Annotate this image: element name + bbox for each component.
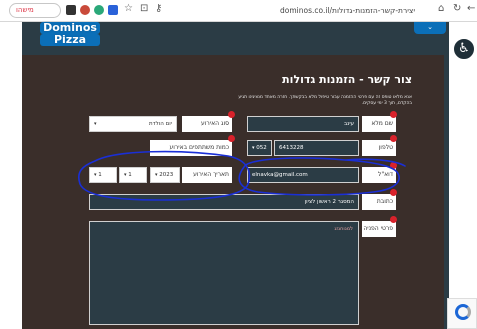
left-gutter (0, 22, 22, 329)
browser-toolbar: מישהו ☆ ⊡ ⚷ dominos.co.il/יצירת-קשר-הזמנ… (0, 0, 477, 22)
email-field[interactable]: elnavka@gmail.com (247, 167, 359, 183)
key-icon[interactable]: ⚷ (155, 3, 162, 14)
url-host: dominos.co.il/ (280, 6, 333, 15)
chevron-down-icon: ▾ (124, 172, 127, 178)
dominos-logo[interactable]: Dominos Pizza (40, 22, 100, 46)
address-field[interactable]: המסגר 2 ראשון לציון (89, 194, 359, 210)
date-month-select[interactable]: ▾ 1 (119, 167, 147, 183)
date-day-select[interactable]: ▾ 1 (89, 167, 117, 183)
required-marker (390, 111, 397, 118)
star-icon[interactable]: ☆ (124, 3, 133, 14)
required-marker (228, 135, 235, 142)
recaptcha-badge[interactable] (447, 298, 477, 329)
participants-label: כמות משתתפים באירוע (150, 140, 232, 156)
required-marker (390, 135, 397, 142)
required-marker (390, 189, 397, 196)
extension-icon[interactable] (80, 5, 90, 15)
name-field[interactable]: עינב (247, 116, 359, 132)
reload-icon[interactable]: ↻ (453, 3, 461, 14)
details-textarea[interactable]: למנוחנזג (89, 221, 359, 325)
accessibility-icon[interactable]: ♿ (452, 37, 476, 61)
translate-icon[interactable]: ⊡ (140, 3, 148, 14)
event-type-value: יום הולדת (149, 121, 172, 127)
home-icon[interactable]: ⌂ (438, 3, 444, 14)
chevron-down-icon: ⌄ (427, 23, 433, 31)
extension-icon[interactable] (66, 5, 76, 15)
right-gutter (449, 22, 477, 329)
logo-line2: Pizza (40, 34, 100, 46)
recaptcha-icon (455, 304, 471, 320)
back-icon[interactable]: ← (467, 3, 475, 14)
phone-label: טלפון (362, 140, 396, 156)
chevron-down-icon: ▾ (94, 121, 97, 127)
required-marker (228, 111, 235, 118)
email-label: דוא"ל (362, 167, 396, 183)
update-label: מישהו (16, 6, 34, 14)
date-day-value: 1 (98, 172, 102, 178)
date-year-value: 2023 (159, 172, 174, 178)
form-intro: אנא מלאו טופס זה עם פרטי ההזמנה עבור טיפ… (238, 95, 412, 106)
event-type-label: סוג האירוע (182, 116, 232, 132)
phone-prefix-select[interactable]: ▾ 052 (247, 140, 272, 156)
url-path: יצירת-קשר-הזמנות-גדולות (332, 6, 416, 15)
extension-icon[interactable] (108, 5, 118, 15)
event-type-select[interactable]: יום הולדת ▾ (89, 116, 177, 132)
extension-icon[interactable] (94, 5, 104, 15)
chevron-down-icon: ▾ (155, 172, 158, 178)
date-year-select[interactable]: ▾ 2023 (150, 167, 180, 183)
page-title: צור קשר - הזמנות גדולות (282, 73, 412, 86)
details-label: פרטי הפניה (362, 221, 396, 237)
name-label: שם מלא (362, 116, 396, 132)
details-placeholder: למנוחנזג (334, 226, 353, 232)
address-label: כתובת (362, 194, 396, 210)
update-pill[interactable]: מישהו (9, 3, 61, 18)
address-bar[interactable]: dominos.co.il/יצירת-קשר-הזמנות-גדולות (280, 4, 430, 17)
contact-form-panel: צור קשר - הזמנות גדולות אנא מלאו טופס זה… (22, 55, 444, 329)
event-date-label: תאריך האירוע (182, 167, 232, 183)
required-marker (390, 162, 397, 169)
chevron-down-icon: ▾ (252, 145, 255, 151)
menu-toggle-button[interactable]: ⌄ (414, 22, 446, 34)
phone-number-field[interactable]: 6413228 (274, 140, 359, 156)
date-month-value: 1 (128, 172, 132, 178)
phone-prefix-value: 052 (256, 145, 267, 151)
required-marker (390, 216, 397, 223)
chevron-down-icon: ▾ (94, 172, 97, 178)
